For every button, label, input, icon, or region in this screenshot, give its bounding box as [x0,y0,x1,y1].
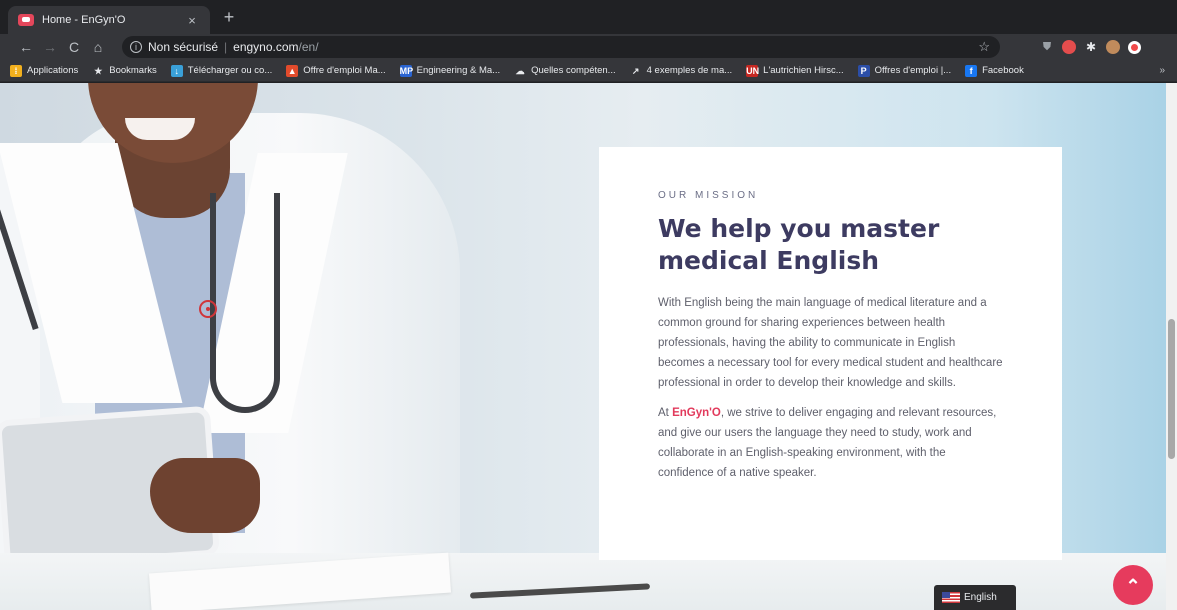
back-to-top-button[interactable]: ⌃ [1113,565,1153,605]
address-bar[interactable]: i Non sécurisé | engyno.com /en/ ☆ [122,36,1000,58]
info-icon[interactable]: i [130,41,142,53]
star-icon: ★ [94,65,103,76]
more-bookmarks-icon[interactable]: » [1159,65,1165,76]
arrow-site-icon: ↗ [631,65,640,76]
bookmark-label: Offres d'emploi |... [874,65,952,76]
warning-site-icon: ▲ [286,64,299,77]
brand-name: EnGyn'O [672,407,721,419]
bookmark-item[interactable]: f Facebook [965,64,1024,77]
stethoscope-icon [210,193,280,413]
scrollbar-thumb[interactable] [1168,319,1175,459]
bookmark-item[interactable]: ☁ Quelles compéten... [514,65,616,77]
heading-line-1: We help you master [658,214,940,243]
site-favicon-icon [18,14,34,26]
p-site-icon: P [857,64,870,77]
extensions-area: ⛊ ✱ [1040,34,1141,60]
bookmark-label: Bookmarks [109,65,157,76]
smile [125,118,195,140]
facebook-icon: f [965,64,978,77]
bookmark-label: Télécharger ou co... [187,65,273,76]
bookmark-star-icon[interactable]: ☆ [978,39,990,55]
mission-paragraph-1: With English being the main language of … [658,297,1003,389]
close-icon[interactable]: × [184,13,200,28]
us-flag-icon [942,592,960,603]
cloud-site-icon: ☁ [515,65,525,76]
un-site-icon: UN [746,64,760,77]
bookmark-label: Engineering & Ma... [416,65,501,76]
reload-icon[interactable]: C [62,39,86,55]
language-switcher[interactable]: English [934,585,1016,610]
extension-red-icon[interactable] [1062,40,1076,54]
mission-card: OUR MISSION We help you master medical E… [599,147,1062,560]
forward-arrow-icon[interactable]: → [38,39,62,55]
avatar[interactable] [1106,40,1120,54]
tab-title: Home - EnGyn'O [42,14,126,26]
download-site-icon: ↓ [170,64,183,77]
bookmark-label: Facebook [982,65,1024,76]
cursor-indicator-icon [199,300,217,318]
url-separator: | [224,40,228,54]
hand [150,458,260,533]
url-path: /en/ [298,40,319,54]
mission-paragraph-2: At EnGyn'O, we strive to deliver engagin… [658,403,1003,483]
bookmarks-bar: ⁞ Applications ★ Bookmarks ↓ Télécharger ou c… [0,60,1177,82]
section-eyebrow: OUR MISSION [658,190,759,201]
bookmark-label: L'autrichien Hirsc... [763,65,844,76]
bookmark-item[interactable]: ★ Bookmarks [92,65,157,77]
security-status: Non sécurisé [148,40,219,54]
bookmark-label: Offre d'emploi Ma... [303,65,386,76]
browser-toolbar: ← → C ⌂ i Non sécurisé | engyno.com /en/… [0,34,1177,60]
bookmark-item[interactable]: ↗ 4 exemples de ma... [630,65,733,77]
puzzle-icon[interactable]: ✱ [1084,40,1098,54]
mp-site-icon: MP [399,64,414,77]
bookmark-item[interactable]: MP Engineering & Ma... [399,64,501,77]
chevron-up-icon: ⌃ [1125,576,1141,596]
bookmark-item[interactable]: ▲ Offre d'emploi Ma... [286,64,386,77]
bookmark-label: 4 exemples de ma... [646,65,733,76]
bookmark-item[interactable]: ⁞ Applications [10,64,79,77]
bookmark-item[interactable]: UN L'autrichien Hirsc... [746,64,844,77]
extension-record-icon[interactable] [1128,40,1141,54]
extension-shield-icon[interactable]: ⛊ [1040,40,1054,54]
para-prefix: At [658,407,673,419]
new-tab-button[interactable]: + [218,7,240,28]
language-label: English [964,592,997,603]
bookmark-label: Quelles compéten... [531,65,616,76]
tab-strip: Home - EnGyn'O × + [0,0,1177,34]
heading-line-2: medical English [658,246,880,275]
url-host: engyno.com [233,40,299,54]
bookmark-item[interactable]: P Offres d'emploi |... [857,64,952,77]
home-icon[interactable]: ⌂ [86,39,110,55]
page-viewport: OUR MISSION We help you master medical E… [0,83,1166,610]
back-arrow-icon[interactable]: ← [14,39,38,55]
bookmark-label: Applications [27,65,79,76]
apps-grid-icon: ⁞ [10,64,22,77]
mission-heading: We help you master medical English [658,213,1003,277]
bookmark-item[interactable]: ↓ Télécharger ou co... [170,64,273,77]
browser-tab[interactable]: Home - EnGyn'O × [8,6,210,34]
scrollbar[interactable] [1166,83,1177,610]
